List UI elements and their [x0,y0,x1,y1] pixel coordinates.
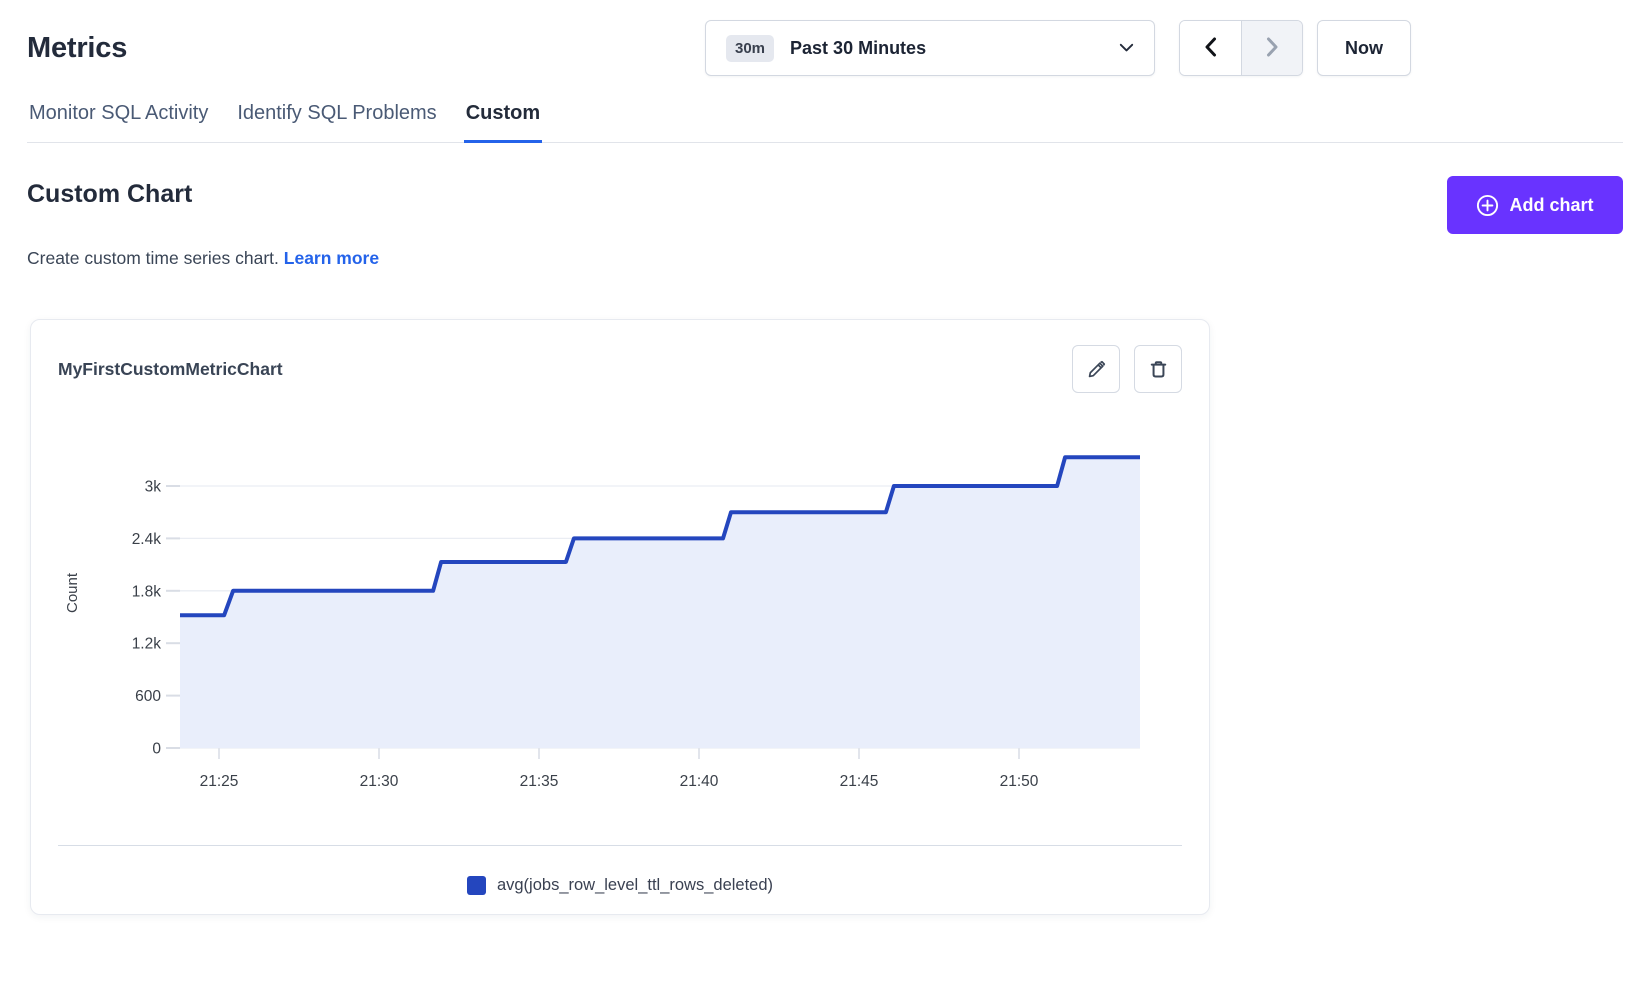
legend-swatch [467,876,486,895]
page-title: Metrics [27,32,127,65]
tab-monitor-sql-activity[interactable]: Monitor SQL Activity [27,92,210,143]
legend-label: avg(jobs_row_level_ttl_rows_deleted) [497,876,773,895]
add-chart-button[interactable]: Add chart [1447,176,1623,234]
tab-identify-sql-problems[interactable]: Identify SQL Problems [235,92,438,143]
page-header: Metrics 30m Past 30 Minutes Now [0,0,1650,78]
svg-text:600: 600 [135,688,161,705]
time-range-label: Past 30 Minutes [790,38,926,59]
plus-circle-icon [1476,194,1499,217]
tab-custom[interactable]: Custom [464,92,542,143]
chart-legend: avg(jobs_row_level_ttl_rows_deleted) [31,870,1209,900]
tab-bar: Monitor SQL Activity Identify SQL Proble… [27,92,1623,143]
time-range-badge: 30m [726,35,774,62]
now-button[interactable]: Now [1317,20,1411,76]
time-prev-button[interactable] [1180,21,1241,75]
svg-text:1.2k: 1.2k [132,636,162,653]
svg-text:1.8k: 1.8k [132,583,162,600]
svg-text:21:45: 21:45 [840,773,879,790]
chevron-left-icon [1204,37,1217,60]
section-description: Create custom time series chart. Learn m… [27,248,1623,269]
svg-text:0: 0 [152,741,161,758]
svg-text:3k: 3k [145,479,162,496]
card-divider [58,845,1182,846]
svg-text:2.4k: 2.4k [132,531,162,548]
learn-more-link[interactable]: Learn more [284,248,379,268]
time-step-buttons [1179,20,1303,76]
description-text: Create custom time series chart. [27,248,279,268]
svg-text:21:30: 21:30 [360,773,399,790]
section-head: Custom Chart Add chart [27,176,1623,234]
add-chart-label: Add chart [1509,195,1593,216]
time-range-selector[interactable]: 30m Past 30 Minutes [705,20,1155,76]
svg-text:21:35: 21:35 [520,773,559,790]
time-next-button[interactable] [1241,21,1302,75]
svg-text:Count: Count [64,572,81,613]
chevron-down-icon [1119,43,1134,53]
chevron-right-icon [1266,37,1279,60]
time-controls: 30m Past 30 Minutes Now [705,20,1411,76]
svg-text:21:50: 21:50 [1000,773,1039,790]
svg-text:21:40: 21:40 [680,773,719,790]
chart-card: MyFirstCustomMetricChart [30,319,1210,915]
svg-text:21:25: 21:25 [200,773,239,790]
metric-chart: 21:25 21:30 21:35 21:40 21:45 21:50 0 600 1.2k 1.… [31,320,1211,845]
section-title: Custom Chart [27,180,192,209]
